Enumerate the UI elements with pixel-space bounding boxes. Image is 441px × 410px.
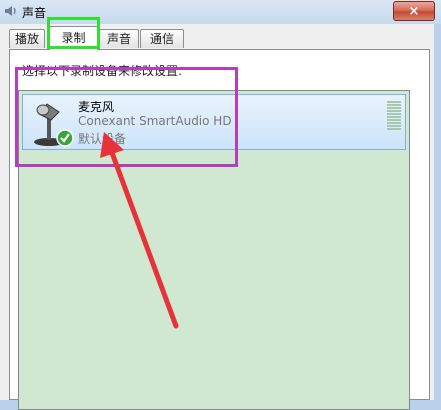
default-check-icon <box>56 129 74 147</box>
device-driver: Conexant SmartAudio HD <box>78 114 232 128</box>
close-button[interactable]: × <box>393 1 435 21</box>
device-item-microphone[interactable]: 麦克风 Conexant SmartAudio HD 默认设备 <box>22 94 406 150</box>
close-icon: × <box>408 3 420 19</box>
level-meter <box>387 101 401 133</box>
instruction-text: 选择以下录制设备来修改设置: <box>22 64 183 78</box>
device-status: 默认设备 <box>78 132 127 146</box>
speaker-icon <box>5 6 16 16</box>
tab-playback[interactable]: 播放 <box>9 29 45 48</box>
tab-communications[interactable]: 通信 <box>140 29 184 48</box>
tab-recording[interactable]: 录制 <box>49 26 98 50</box>
recording-tab-page: 选择以下录制设备来修改设置: 麦克风 Conexant SmartAudio H… <box>9 49 430 410</box>
microphone-icon <box>34 103 74 147</box>
tab-sounds[interactable]: 声音 <box>99 29 139 48</box>
dialog-client: 播放 录制 声音 通信 选择以下录制设备来修改设置: 麦克风 Conexant … <box>0 17 434 410</box>
device-name: 麦克风 <box>78 100 115 114</box>
device-list[interactable]: 麦克风 Conexant SmartAudio HD 默认设备 <box>18 90 410 410</box>
title-bar: 声音 × <box>0 0 441 24</box>
window-title: 声音 <box>22 6 47 20</box>
